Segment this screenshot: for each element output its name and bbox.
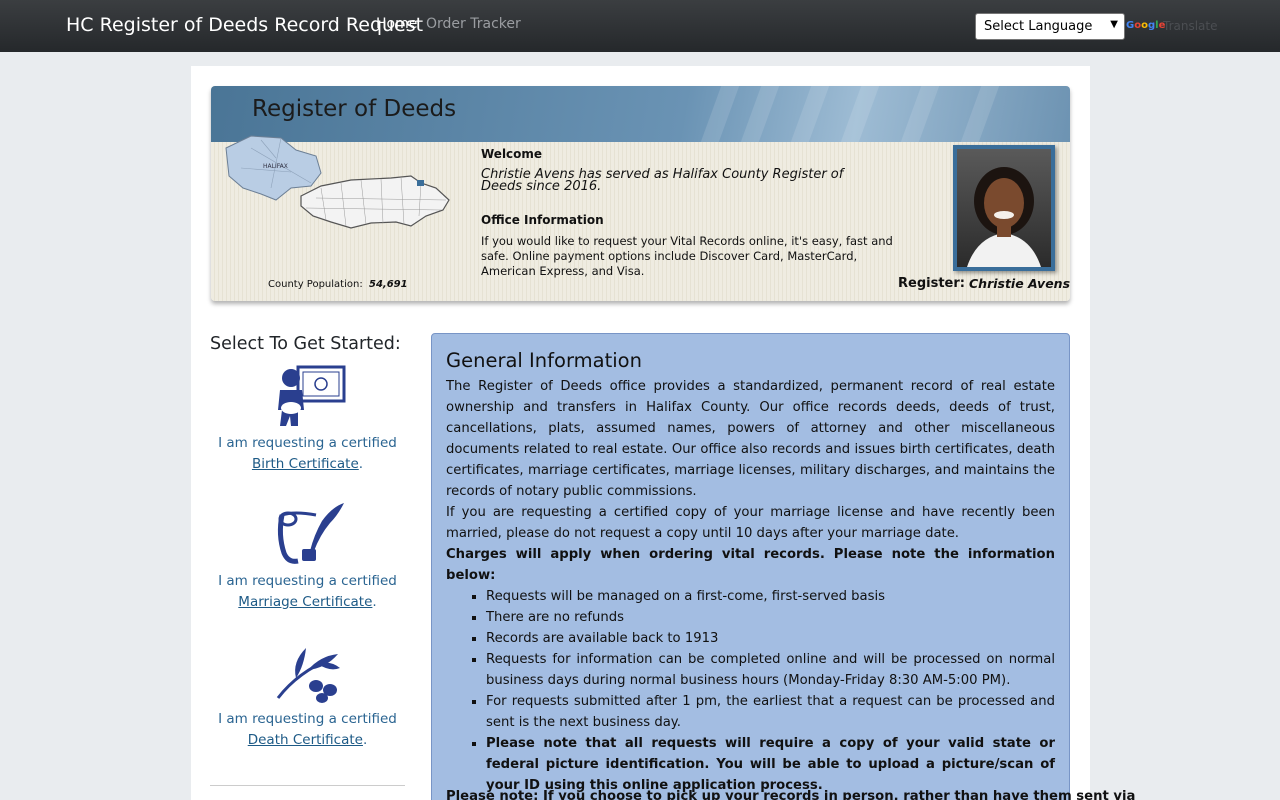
birth-certificate-link[interactable]: Birth Certificate [252, 456, 359, 472]
list-item: Requests will be managed on a first-come… [486, 586, 1055, 607]
translate-link[interactable]: Translate [1163, 19, 1218, 33]
general-info-paragraph-1: The Register of Deeds office provides a … [446, 379, 1055, 499]
general-information-body: The Register of Deeds office provides a … [446, 376, 1055, 796]
office-info-text: If you would like to request your Vital … [481, 234, 893, 278]
scroll-quill-icon [277, 503, 344, 564]
baby-certificate-icon [278, 365, 346, 426]
map-county-label: HALIFAX [263, 163, 288, 170]
nav-home-link[interactable]: Home [376, 16, 417, 32]
general-information-title: General Information [446, 349, 642, 372]
language-select[interactable]: Select Language ▼ [975, 13, 1125, 40]
list-item: For requests submitted after 1 pm, the e… [486, 691, 1055, 733]
language-select-value: Select Language [984, 19, 1093, 34]
header-banner: Register of Deeds HALIFAX Welcome Christ… [211, 86, 1070, 301]
office-info-heading: Office Information [481, 213, 604, 227]
banner-title: Register of Deeds [252, 96, 457, 122]
death-certificate-link[interactable]: Death Certificate [248, 732, 363, 748]
general-info-paragraph-2: If you are requesting a certified copy o… [446, 505, 1055, 541]
list-item: Records are available back to 1913 [486, 628, 1055, 649]
marriage-certificate-link[interactable]: Marriage Certificate [238, 594, 372, 610]
marriage-certificate-text: I am requesting a certified Marriage Cer… [218, 573, 397, 610]
welcome-heading: Welcome [481, 147, 543, 161]
list-item: There are no refunds [486, 607, 1055, 628]
population-value: 54,691 [369, 279, 408, 290]
register-label: Register: [898, 276, 965, 291]
register-photo [953, 145, 1055, 271]
get-started-heading: Select To Get Started: [210, 334, 401, 354]
nc-map-icon: HALIFAX [225, 135, 450, 229]
chevron-down-icon: ▼ [1110, 19, 1118, 30]
death-certificate-option[interactable]: I am requesting a certified Death Certif… [210, 638, 405, 750]
nav-order-tracker-link[interactable]: Order Tracker [426, 16, 521, 32]
charges-notice: Charges will apply when ordering vital r… [446, 547, 1055, 583]
death-certificate-text: I am requesting a certified Death Certif… [218, 711, 397, 748]
birth-certificate-text: I am requesting a certified Birth Certif… [218, 435, 397, 472]
register-name: Christie Avens [969, 276, 1070, 291]
sidebar-divider [210, 785, 405, 786]
population-label: County Population: [268, 279, 363, 290]
olive-branch-icon [276, 648, 340, 703]
requirements-list: Requests will be managed on a first-come… [486, 586, 1055, 796]
welcome-text: Christie Avens has served as Halifax Cou… [481, 167, 844, 194]
google-logo: Google [1126, 20, 1166, 31]
general-information-panel: General Information The Register of Deed… [431, 333, 1136, 800]
pickup-note: Please note: If you choose to pick up yo… [446, 789, 1136, 800]
brand-title[interactable]: HC Register of Deeds Record Request [66, 14, 423, 36]
navbar: HC Register of Deeds Record Request Home… [0, 0, 1280, 52]
list-item-id-requirement: Please note that all requests will requi… [486, 733, 1055, 796]
marriage-certificate-option[interactable]: I am requesting a certified Marriage Cer… [210, 500, 405, 612]
birth-certificate-option[interactable]: I am requesting a certified Birth Certif… [210, 362, 405, 474]
list-item: Requests for information can be complete… [486, 649, 1055, 691]
